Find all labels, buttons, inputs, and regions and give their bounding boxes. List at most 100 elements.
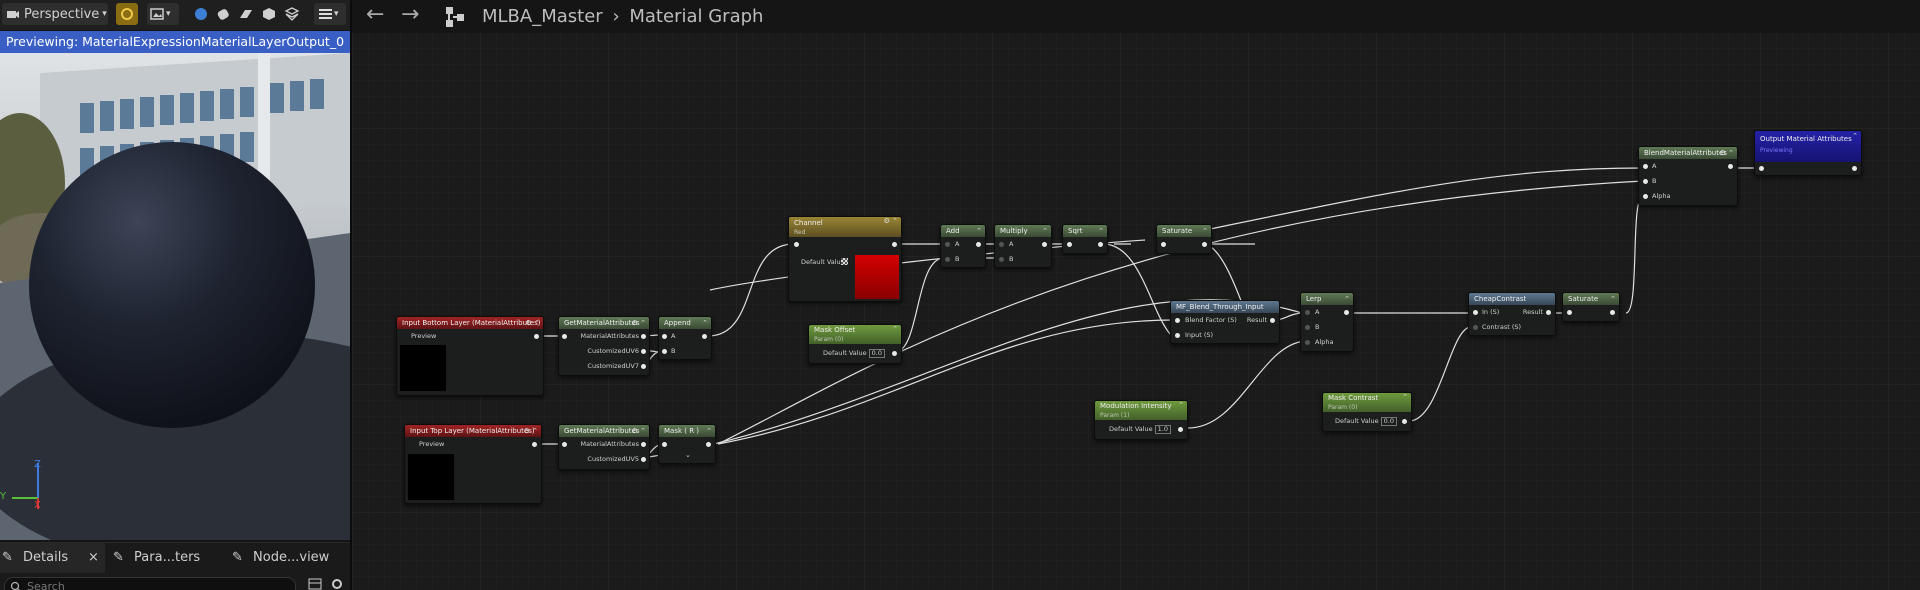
output-pin[interactable]: [1852, 166, 1857, 171]
output-pin[interactable]: [892, 351, 897, 356]
cube-preview-icon[interactable]: [261, 6, 277, 22]
breadcrumb-asset[interactable]: MLBA_Master: [482, 6, 603, 27]
mask-offset-node[interactable]: Mask Offset Param (0) ⌃ Default Value 0.0: [808, 324, 902, 364]
output-pin[interactable]: [641, 364, 646, 369]
output-pin[interactable]: [641, 349, 646, 354]
add-node[interactable]: Add ⌃ A B: [940, 224, 986, 268]
input-pin-alpha[interactable]: [1305, 340, 1310, 345]
collapse-icon[interactable]: ⌃: [1098, 225, 1104, 237]
input-pin-b[interactable]: [1643, 179, 1648, 184]
forward-arrow-icon[interactable]: →: [401, 2, 419, 27]
sphere-preview-icon[interactable]: [193, 6, 209, 22]
realtime-toggle[interactable]: [116, 3, 138, 25]
custom-mesh-icon[interactable]: [284, 6, 300, 22]
input-pin[interactable]: [662, 442, 667, 447]
input-pin[interactable]: [562, 442, 567, 447]
output-pin[interactable]: [1344, 310, 1349, 315]
back-arrow-icon[interactable]: ←: [366, 2, 384, 27]
output-pin[interactable]: [641, 442, 646, 447]
input-pin[interactable]: [1473, 310, 1478, 315]
output-material-attributes-node[interactable]: Output Material Attributes Previewing ⌃: [1754, 130, 1862, 176]
viewport-menu-button[interactable]: ▾: [314, 3, 346, 25]
get-material-attributes-node-1[interactable]: GetMaterialAttributes ⚙ ⌃ MaterialAttribu…: [558, 316, 650, 376]
output-pin[interactable]: [534, 334, 539, 339]
input-pin-b[interactable]: [1305, 325, 1310, 330]
mask-contrast-node[interactable]: Mask Contrast Param (0) ⌃ Default Value 0.0: [1322, 392, 1412, 432]
input-pin[interactable]: [1567, 310, 1572, 315]
output-pin[interactable]: [1098, 242, 1103, 247]
breadcrumb-graph[interactable]: Material Graph: [629, 6, 763, 27]
output-pin[interactable]: [1402, 419, 1407, 424]
default-value-input[interactable]: 1.0: [1154, 425, 1172, 434]
output-pin[interactable]: [1728, 164, 1733, 169]
default-value-input[interactable]: 0.0: [868, 349, 886, 358]
collapse-icon[interactable]: ⚙ ⌃: [632, 425, 646, 437]
output-pin[interactable]: [1546, 310, 1551, 315]
input-pin[interactable]: [1175, 318, 1180, 323]
input-pin-a[interactable]: [999, 242, 1004, 247]
mask-r-node[interactable]: Mask ( R ) ⌃ ⌄: [658, 424, 716, 464]
collapse-icon[interactable]: ⌃: [1852, 131, 1858, 142]
input-pin[interactable]: [562, 334, 567, 339]
input-pin-a[interactable]: [662, 334, 667, 339]
input-top-layer-node[interactable]: Input Top Layer (MaterialAttributes) ⚙ ⌃ …: [404, 424, 542, 504]
collapse-icon[interactable]: ⚙ ⌃: [524, 425, 538, 437]
output-pin[interactable]: [976, 242, 981, 247]
mf-blend-through-input-node[interactable]: MF_Blend_Through_Input Blend Factor (S) …: [1170, 300, 1280, 344]
chevron-down-icon[interactable]: ⌄: [685, 451, 691, 459]
collapse-icon[interactable]: ⌃: [892, 325, 898, 334]
output-pin[interactable]: [1178, 427, 1183, 432]
saturate-node-1[interactable]: Saturate ⌃: [1156, 224, 1212, 254]
input-pin[interactable]: [794, 242, 799, 247]
collapse-icon[interactable]: ⌃: [702, 317, 708, 329]
collapse-icon[interactable]: ⚙ ⌃: [1720, 147, 1734, 159]
input-pin-alpha[interactable]: [1643, 194, 1648, 199]
input-pin[interactable]: [1161, 242, 1166, 247]
collapse-icon[interactable]: ⌃: [706, 425, 712, 437]
input-pin[interactable]: [1175, 333, 1180, 338]
input-pin-a[interactable]: [1643, 164, 1648, 169]
search-input[interactable]: [27, 579, 277, 590]
lerp-node[interactable]: Lerp ⌃ A B Alpha: [1300, 292, 1354, 352]
append-node[interactable]: Append ⌃ A B: [658, 316, 712, 360]
input-pin[interactable]: [1473, 325, 1478, 330]
output-pin[interactable]: [892, 242, 897, 247]
output-pin[interactable]: [706, 442, 711, 447]
input-pin-b[interactable]: [662, 349, 667, 354]
output-pin[interactable]: [702, 334, 707, 339]
cheap-contrast-node[interactable]: CheapContrast In (S) Contrast (S) Result: [1468, 292, 1556, 336]
input-pin[interactable]: [1759, 166, 1764, 171]
graph-hierarchy-icon[interactable]: [445, 6, 467, 28]
get-material-attributes-node-2[interactable]: GetMaterialAttributes ⚙ ⌃ MaterialAttribu…: [558, 424, 650, 470]
output-pin[interactable]: [1042, 242, 1047, 247]
collapse-icon[interactable]: ⌃: [1178, 401, 1184, 410]
output-pin[interactable]: [1610, 310, 1615, 315]
multiply-node[interactable]: Multiply ⌃ A B: [994, 224, 1052, 268]
material-graph-canvas[interactable]: [352, 0, 1920, 590]
modulation-intensity-node[interactable]: Modulation Intensity Param (1) ⌃ Default V…: [1094, 400, 1188, 440]
show-flags-dropdown[interactable]: ▾: [147, 3, 179, 25]
saturate-node-2[interactable]: Saturate ⌃: [1562, 292, 1620, 322]
collapse-icon[interactable]: ⚙ ⌃: [526, 317, 540, 329]
collapse-icon[interactable]: ⌃: [976, 225, 982, 237]
blend-material-attributes-node[interactable]: BlendMaterialAttributes ⚙ ⌃ A B Alpha: [1638, 146, 1738, 206]
default-value-input[interactable]: 0.0: [1380, 417, 1398, 426]
tab-node-preview[interactable]: ✎ Node...view: [232, 543, 329, 573]
plane-preview-icon[interactable]: [238, 6, 254, 22]
collapse-icon[interactable]: ⌃: [1402, 393, 1408, 402]
input-pin-a[interactable]: [945, 242, 950, 247]
collapse-icon[interactable]: ⌃: [1202, 225, 1208, 237]
input-pin-a[interactable]: [1305, 310, 1310, 315]
output-pin[interactable]: [641, 457, 646, 462]
input-pin-b[interactable]: [945, 257, 950, 262]
input-bottom-layer-node[interactable]: Input Bottom Layer (MaterialAttributes) ⚙…: [396, 316, 544, 396]
output-pin[interactable]: [532, 442, 537, 447]
checker-icon[interactable]: [841, 258, 848, 265]
input-pin-b[interactable]: [999, 257, 1004, 262]
gear-icon[interactable]: [330, 577, 344, 590]
sqrt-node[interactable]: Sqrt ⌃: [1062, 224, 1108, 254]
collapse-icon[interactable]: ⚙ ⌃: [884, 217, 898, 226]
input-pin[interactable]: [1067, 242, 1072, 247]
material-preview-viewport[interactable]: Z Y X: [0, 53, 350, 540]
table-view-icon[interactable]: [308, 578, 322, 590]
